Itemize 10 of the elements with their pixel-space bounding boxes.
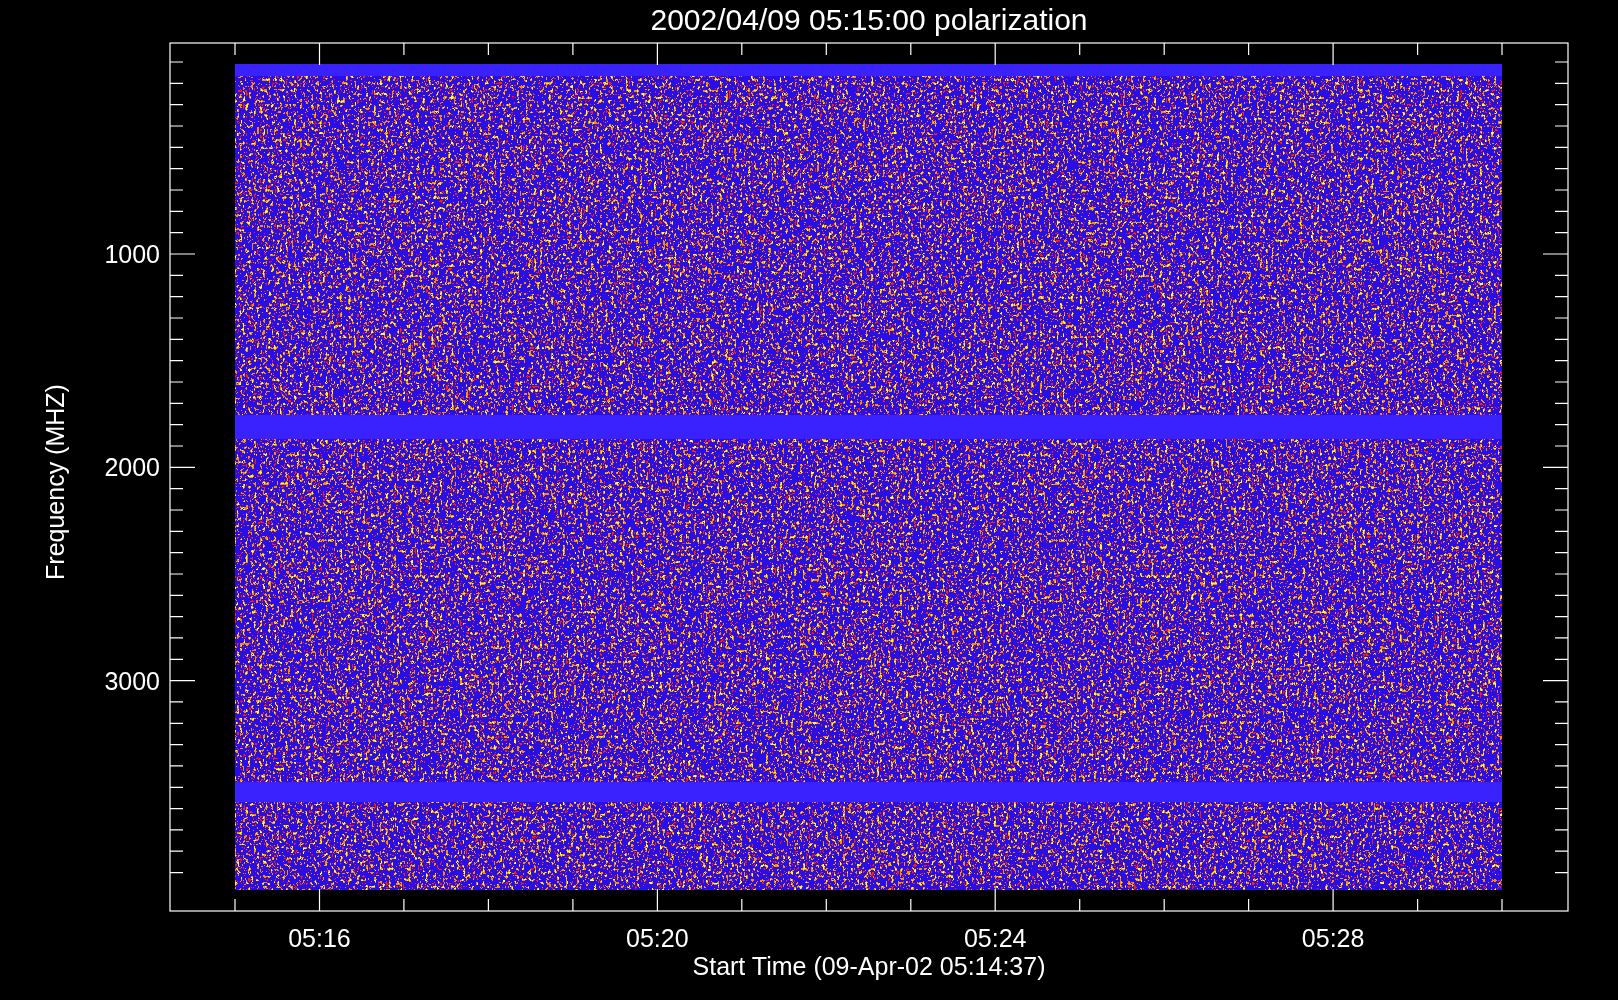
x-tick-label: 05:20 xyxy=(626,924,689,952)
y-tick-label: 2000 xyxy=(104,453,160,482)
plot-title: 2002/04/09 05:15:00 polarization xyxy=(650,3,1088,36)
y-tick-label: 1000 xyxy=(104,240,160,268)
x-axis-title: Start Time (09-Apr-02 05:14:37) xyxy=(692,952,1046,980)
x-tick-label: 05:28 xyxy=(1301,924,1365,952)
y-tick-label: 3000 xyxy=(104,666,160,695)
x-tick-label: 05:24 xyxy=(963,924,1027,952)
x-tick-label: 05:16 xyxy=(288,924,351,952)
y-axis-title: Frequency (MHZ) xyxy=(41,384,69,580)
